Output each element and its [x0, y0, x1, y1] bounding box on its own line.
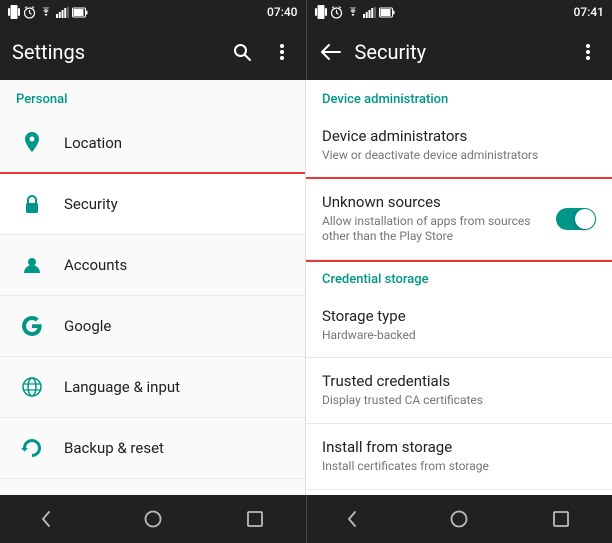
left-bar-icons [230, 40, 294, 64]
storage-type-subtitle: Hardware-backed [322, 328, 596, 344]
sidebar-item-security[interactable]: Security [0, 174, 305, 235]
signal-icon [56, 7, 69, 18]
storage-type-title: Storage type [322, 307, 596, 325]
install-storage-text: Install from storage Install certificate… [322, 438, 596, 475]
battery-icon2 [379, 7, 395, 18]
backup-icon [16, 432, 48, 464]
recents-nav-icon[interactable] [243, 507, 267, 531]
unknown-sources-subtitle: Allow installation of apps from sources … [322, 214, 548, 245]
left-status-icons [8, 5, 88, 19]
location-label: Location [64, 134, 122, 152]
left-app-bar: Settings [0, 24, 306, 80]
more-dots-icon[interactable] [270, 40, 294, 64]
right-recents-nav-icon[interactable] [549, 507, 573, 531]
sidebar-item-accounts[interactable]: Accounts [0, 235, 305, 296]
google-label: Google [64, 317, 111, 335]
settings-title: Settings [12, 40, 230, 64]
install-storage-item[interactable]: Install from storage Install certificate… [306, 424, 612, 490]
install-storage-title: Install from storage [322, 438, 596, 456]
security-details: Device administration Device administrat… [306, 80, 612, 495]
left-time: 07:40 [267, 5, 297, 19]
device-admins-text: Device administrators View or deactivate… [322, 127, 596, 164]
vibrate-icon [8, 5, 20, 19]
signal-icon2 [363, 7, 376, 18]
sidebar-item-location[interactable]: Location [0, 113, 305, 174]
right-more-icon[interactable] [576, 40, 600, 64]
language-icon [16, 371, 48, 403]
sidebar-item-google[interactable]: Google [0, 296, 305, 357]
google-icon [16, 310, 48, 342]
wifi-icon [39, 7, 53, 18]
device-admins-title: Device administrators [322, 127, 596, 145]
right-nav-bar [306, 495, 612, 543]
trusted-credentials-item[interactable]: Trusted credentials Display trusted CA c… [306, 358, 612, 424]
accounts-label: Accounts [64, 256, 127, 274]
device-admins-subtitle: View or deactivate device administrators [322, 148, 596, 164]
left-status-bar: 07:40 [0, 0, 306, 24]
unknown-sources-toggle[interactable] [556, 208, 596, 230]
trusted-credentials-text: Trusted credentials Display trusted CA c… [322, 372, 596, 409]
backup-label: Backup & reset [64, 439, 164, 457]
storage-type-item[interactable]: Storage type Hardware-backed [306, 293, 612, 359]
right-status-icons [315, 5, 395, 19]
trusted-credentials-subtitle: Display trusted CA certificates [322, 393, 596, 409]
right-back-nav-icon[interactable] [345, 507, 369, 531]
back-button[interactable] [319, 40, 343, 64]
unknown-sources-toggle-container [556, 208, 596, 230]
alarm-icon [23, 6, 36, 19]
left-nav-bar [0, 495, 306, 543]
battery-icon [72, 7, 88, 18]
back-nav-icon[interactable] [39, 507, 63, 531]
accounts-icon [16, 249, 48, 281]
alarm-icon2 [330, 6, 343, 19]
personal-section-header: Personal [0, 80, 305, 113]
device-admin-header: Device administration [306, 80, 612, 113]
vibrate-icon2 [315, 5, 327, 19]
language-label: Language & input [64, 378, 180, 396]
wifi-icon2 [346, 7, 360, 18]
unknown-sources-text: Unknown sources Allow installation of ap… [322, 193, 548, 245]
storage-type-text: Storage type Hardware-backed [322, 307, 596, 344]
device-admins-item[interactable]: Device administrators View or deactivate… [306, 113, 612, 179]
home-nav-icon[interactable] [141, 507, 165, 531]
right-status-bar: 07:41 [306, 0, 612, 24]
security-page-title: Security [355, 40, 577, 64]
unknown-sources-title: Unknown sources [322, 193, 548, 211]
unknown-sources-item[interactable]: Unknown sources Allow installation of ap… [306, 179, 612, 260]
right-home-nav-icon[interactable] [447, 507, 471, 531]
right-time: 07:41 [574, 5, 604, 19]
toggle-knob [575, 209, 595, 229]
lock-icon [16, 188, 48, 220]
security-label: Security [64, 195, 118, 213]
sidebar-item-backup[interactable]: Backup & reset [0, 418, 305, 479]
sidebar-item-language[interactable]: Language & input [0, 357, 305, 418]
trusted-credentials-title: Trusted credentials [322, 372, 596, 390]
settings-list: Personal Location Security Accounts [0, 80, 306, 495]
right-app-bar: Security [306, 24, 612, 80]
install-storage-subtitle: Install certificates from storage [322, 459, 596, 475]
credential-storage-header: Credential storage [306, 260, 612, 293]
search-icon[interactable] [230, 40, 254, 64]
location-icon [16, 127, 48, 159]
